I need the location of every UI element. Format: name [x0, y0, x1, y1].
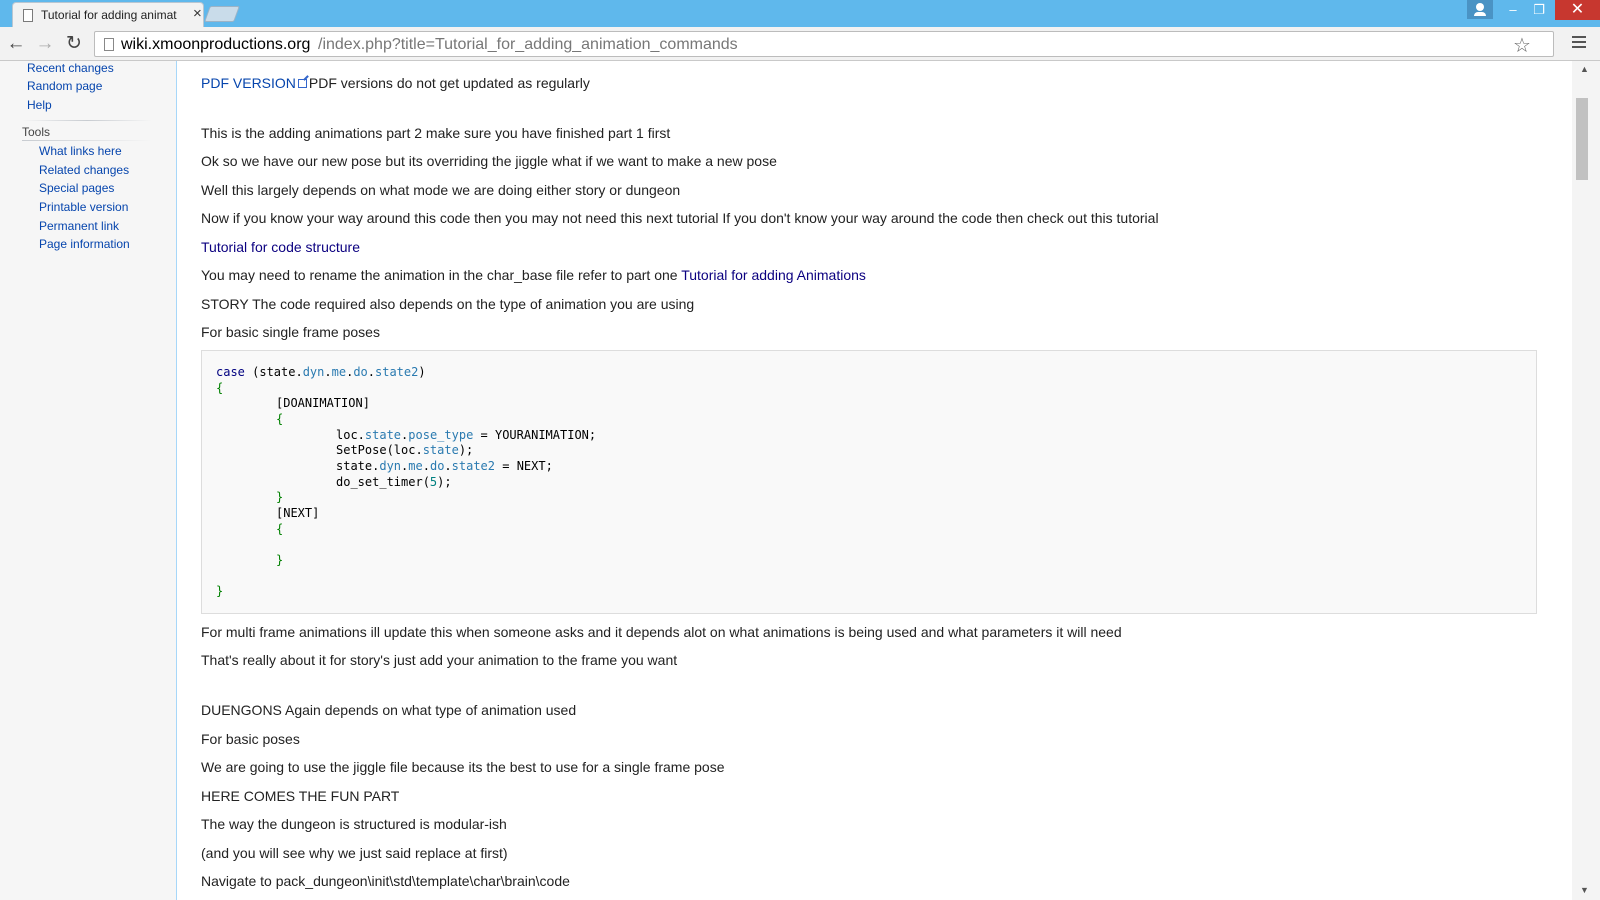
page-icon — [104, 38, 114, 51]
paragraph: We are going to use the jiggle file beca… — [201, 759, 725, 775]
code-line: { — [276, 522, 284, 536]
sidebar-link-printable-version[interactable]: Printable version — [39, 200, 128, 214]
paragraph: STORY The code required also depends on … — [201, 296, 695, 312]
pdf-version-line: PDF VERSION PDF versions do not get updat… — [201, 75, 590, 91]
external-link-icon — [297, 79, 307, 88]
paragraph: For multi frame animations ill update th… — [201, 624, 1122, 640]
article-content: PDF VERSION PDF versions do not get updat… — [177, 61, 1572, 900]
adding-animations-link[interactable]: Tutorial for adding Animations — [681, 267, 866, 283]
sidebar-link-what-links-here[interactable]: What links here — [39, 144, 122, 158]
forward-arrow-icon[interactable]: → — [34, 33, 56, 55]
divider — [22, 120, 152, 121]
tools-heading: Tools — [22, 125, 51, 139]
paragraph: Navigate to pack_dungeon\init\std\templa… — [201, 873, 570, 889]
code-structure-link[interactable]: Tutorial for code structure — [201, 239, 360, 255]
code-line: do_set_timer(5); — [336, 475, 452, 489]
paragraph: Ok so we have our new pose but its overr… — [201, 153, 777, 169]
tab-title: Tutorial for adding animat — [41, 8, 177, 22]
tab-close-icon[interactable]: × — [193, 6, 202, 22]
url-path: /index.php?title=Tutorial_for_adding_ani… — [318, 36, 738, 53]
sidebar-link-random-page[interactable]: Random page — [27, 79, 102, 93]
scroll-down-arrow-icon[interactable]: ▼ — [1580, 885, 1589, 895]
paragraph: DUENGONS Again depends on what type of a… — [201, 702, 577, 718]
back-arrow-icon[interactable]: ← — [5, 33, 27, 55]
address-bar[interactable]: wiki.xmoonproductions.org /index.php?tit… — [94, 31, 1554, 57]
code-line: { — [276, 412, 284, 426]
reload-icon[interactable]: ↻ — [63, 33, 85, 55]
code-line: } — [216, 584, 224, 598]
sidebar: Recent changes Random page Help Tools Wh… — [0, 61, 176, 900]
scrollbar-thumb[interactable] — [1576, 98, 1588, 180]
paragraph: The way the dungeon is structured is mod… — [201, 816, 507, 832]
divider — [22, 140, 152, 141]
code-line: { — [216, 381, 224, 395]
paragraph: That's really about it for story's just … — [201, 652, 678, 668]
sidebar-link-recent-changes[interactable]: Recent changes — [27, 61, 114, 75]
paragraph: HERE COMES THE FUN PART — [201, 788, 400, 804]
code-line: [DOANIMATION] — [276, 396, 370, 410]
paragraph: For basic poses — [201, 731, 300, 747]
close-window-button[interactable]: ✕ — [1555, 0, 1600, 20]
browser-tab[interactable]: Tutorial for adding animat × — [12, 2, 204, 27]
paragraph: (and you will see why we just said repla… — [201, 845, 508, 861]
paragraph: Now if you know your way around this cod… — [201, 210, 1159, 226]
paragraph: Tutorial for code structure — [201, 239, 360, 255]
sidebar-link-help[interactable]: Help — [27, 98, 52, 112]
url-host: wiki.xmoonproductions.org — [121, 36, 311, 53]
paragraph: Well this largely depends on what mode w… — [201, 182, 681, 198]
paragraph: This is the adding animations part 2 mak… — [201, 125, 671, 141]
minimize-button[interactable]: – — [1500, 0, 1526, 20]
code-line: SetPose(loc.state); — [336, 443, 474, 457]
pdf-note: PDF versions do not get updated as regul… — [308, 75, 590, 91]
code-line: case (state.dyn.me.do.state2) — [216, 365, 426, 379]
new-tab-button[interactable] — [204, 6, 240, 22]
browser-toolbar: ← → ↻ wiki.xmoonproductions.org /index.p… — [0, 27, 1600, 61]
sidebar-link-special-pages[interactable]: Special pages — [39, 181, 114, 195]
sidebar-link-related-changes[interactable]: Related changes — [39, 163, 129, 177]
user-profile-icon[interactable] — [1467, 0, 1493, 19]
pdf-version-link[interactable]: PDF VERSION — [201, 75, 296, 91]
page-icon — [23, 9, 33, 22]
rename-text: You may need to rename the animation in … — [201, 267, 682, 283]
hamburger-menu-icon[interactable] — [1572, 36, 1586, 51]
title-bar: Tutorial for adding animat × – ❐ ✕ — [0, 0, 1600, 27]
code-line: } — [276, 553, 284, 567]
sidebar-link-page-information[interactable]: Page information — [39, 237, 130, 251]
bookmark-star-icon[interactable]: ☆ — [1513, 33, 1531, 58]
code-block: case (state.dyn.me.do.state2) { [DOANIMA… — [201, 350, 1537, 614]
vertical-scrollbar[interactable]: ▲ ▼ — [1572, 61, 1600, 900]
scroll-up-arrow-icon[interactable]: ▲ — [1580, 64, 1589, 74]
code-line: state.dyn.me.do.state2 = NEXT; — [336, 459, 553, 473]
code-line: } — [276, 490, 284, 504]
restore-button[interactable]: ❐ — [1526, 0, 1552, 20]
code-line: loc.state.pose_type = YOURANIMATION; — [336, 428, 597, 442]
code-line: [NEXT] — [276, 506, 320, 520]
paragraph: For basic single frame poses — [201, 324, 380, 340]
paragraph: You may need to rename the animation in … — [201, 267, 866, 283]
sidebar-link-permanent-link[interactable]: Permanent link — [39, 219, 119, 233]
